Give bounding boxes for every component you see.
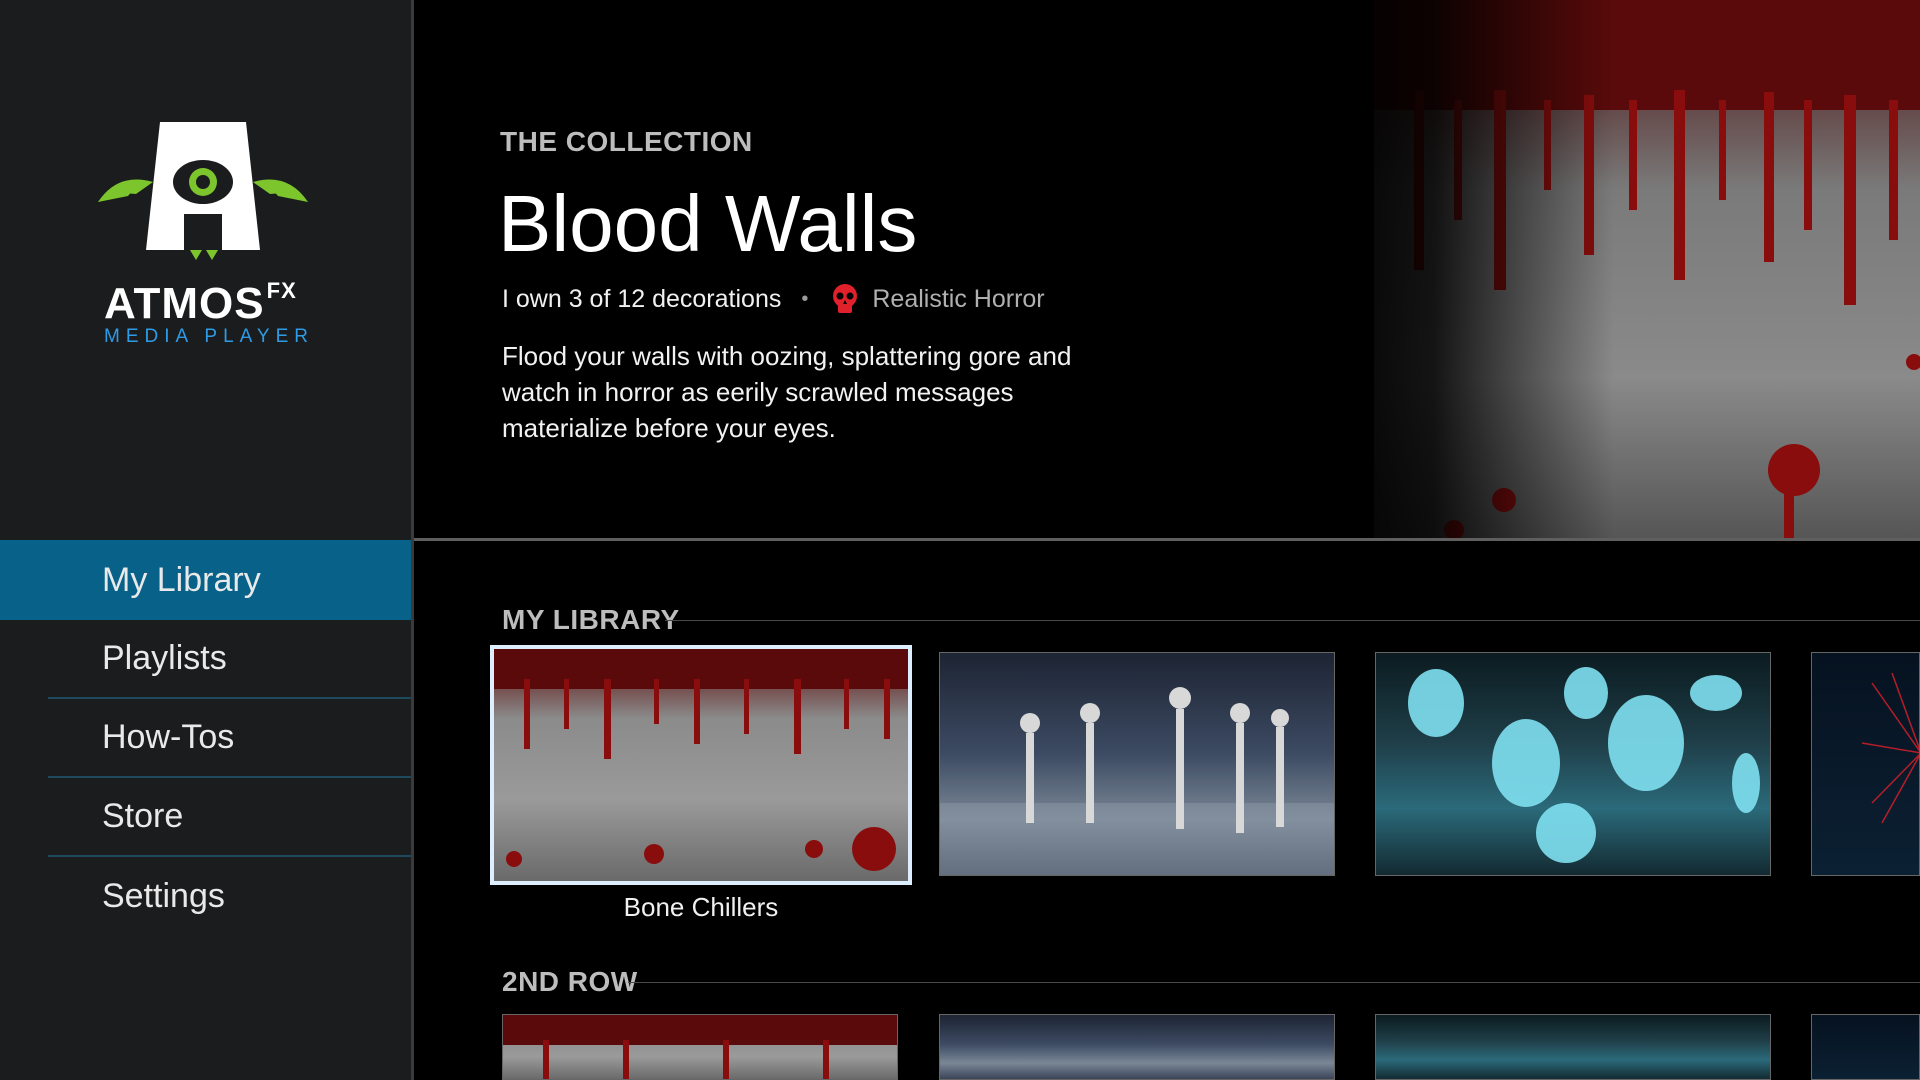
collection-title: Blood Walls — [498, 179, 918, 268]
row-divider — [665, 620, 1920, 621]
nav-item-label: How-Tos — [102, 718, 235, 756]
collection-eyebrow: THE COLLECTION — [500, 126, 753, 157]
skull-icon — [833, 284, 858, 313]
row-title-2nd-row: 2ND ROW — [502, 966, 638, 997]
nav-item-label: Store — [102, 797, 184, 835]
decoration-tile-fireworks[interactable] — [1811, 652, 1920, 876]
row-title-my-library: MY LIBRARY — [502, 604, 680, 635]
sidebar-nav: My Library Playlists How-Tos Store Setti… — [0, 540, 411, 936]
collection-hero — [414, 0, 1920, 540]
separator-dot: • — [801, 287, 809, 310]
decoration-tile-fireworks-2[interactable] — [1811, 1014, 1920, 1080]
hero-divider — [414, 538, 1920, 541]
row-divider — [628, 982, 1920, 983]
nav-item-store[interactable]: Store — [48, 778, 411, 857]
ghosts-thumb — [1408, 667, 1760, 863]
nav-item-how-tos[interactable]: How-Tos — [48, 699, 411, 778]
blood-drips-thumb — [503, 1015, 897, 1079]
logo-subtitle: MEDIA PLAYER — [104, 326, 314, 347]
hero-gradient — [1314, 0, 1614, 540]
genre-label: Realistic Horror — [872, 284, 1045, 313]
decoration-tile-skeletons-2[interactable] — [939, 1014, 1335, 1080]
focused-tile-caption: Bone Chillers — [623, 892, 779, 922]
dancing-skeletons-thumb — [940, 687, 1334, 875]
ownership-count: I own 3 of 12 decorations — [502, 284, 782, 313]
collection-meta: I own 3 of 12 decorations • Realistic Ho… — [502, 282, 1045, 316]
collection-description: Flood your walls with oozing, splatterin… — [502, 341, 1072, 443]
nav-item-playlists[interactable]: Playlists — [48, 620, 411, 699]
logo-wordmark: ATMOSFX — [104, 278, 297, 328]
nav-item-label: My Library — [102, 560, 261, 599]
decoration-tile-blood-walls-2[interactable] — [502, 1014, 898, 1080]
sidebar: ATMOSFX MEDIA PLAYER My Library Playlist… — [0, 0, 414, 1080]
nav-item-label: Playlists — [102, 639, 227, 677]
decoration-tile-ghosts[interactable] — [1375, 652, 1771, 876]
nav-item-label: Settings — [102, 877, 225, 915]
decoration-tile-skeletons[interactable] — [939, 652, 1335, 876]
nav-item-settings[interactable]: Settings — [48, 857, 411, 936]
blood-drips-thumb — [494, 649, 908, 871]
nav-item-my-library[interactable]: My Library — [0, 540, 411, 620]
fireworks-thumb — [1861, 672, 1919, 824]
decoration-tile-bone-chillers[interactable] — [490, 645, 912, 885]
decoration-tile-ghosts-2[interactable] — [1375, 1014, 1771, 1080]
